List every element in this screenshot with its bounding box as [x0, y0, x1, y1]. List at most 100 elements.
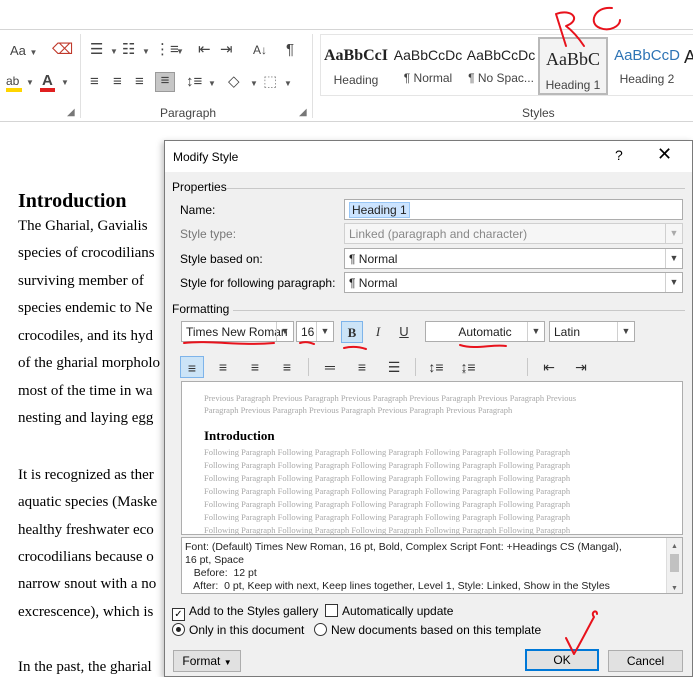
radio-unselected-icon[interactable] — [314, 623, 327, 636]
following-paragraph-select[interactable]: ¶ Normal ▼ — [344, 272, 683, 293]
justify-icon[interactable]: ≡ — [275, 356, 299, 378]
shading-icon[interactable]: ◇ — [228, 74, 240, 90]
based-on-select[interactable]: ¶ Normal ▼ — [344, 248, 683, 269]
dialog-titlebar[interactable]: Modify Style ? ✕ — [165, 141, 692, 172]
format-button[interactable]: Format ▼ — [173, 650, 241, 672]
style-title[interactable]: A — [683, 37, 693, 95]
doc-line[interactable]: most of the time in wa — [18, 383, 153, 400]
doc-line[interactable]: species of crocodilians — [18, 245, 155, 262]
font-dialog-launcher-icon[interactable]: ◢ — [67, 107, 75, 118]
doc-line[interactable]: The Gharial, Gavialis — [18, 218, 148, 235]
doc-line[interactable]: nesting and laying egg — [18, 410, 153, 427]
doc-line[interactable]: excrescence), which is — [18, 604, 153, 621]
checkbox-unchecked-icon[interactable] — [325, 604, 338, 617]
style-heading-1[interactable]: AaBbC Heading 1 — [538, 37, 608, 95]
chevron-down-icon[interactable]: ▼ — [316, 322, 333, 341]
style-no-spacing[interactable]: AaBbCcDc ¶ No Spac... — [466, 37, 536, 95]
preview-following-paragraph: Following Paragraph Following Paragraph … — [204, 473, 571, 483]
highlight-icon[interactable]: ab — [6, 73, 19, 89]
clear-formatting-icon[interactable]: ⌫ — [52, 42, 73, 58]
multilevel-dropdown-icon[interactable]: ▼ — [176, 47, 184, 56]
chevron-down-icon[interactable]: ▼ — [276, 322, 293, 341]
align-right-icon[interactable]: ≡ — [243, 356, 267, 378]
scroll-thumb[interactable] — [670, 554, 679, 572]
sort-az-icon[interactable]: A↓ — [253, 42, 267, 58]
font-select[interactable]: Times New Roman ▼ — [181, 321, 294, 342]
add-to-gallery-checkbox[interactable]: ✓ Add to the Styles gallery — [172, 604, 318, 621]
align-right-icon[interactable]: ≡ — [135, 74, 144, 90]
align-center-icon[interactable]: ≡ — [211, 356, 235, 378]
bullets-icon[interactable]: ☰ — [90, 42, 103, 58]
numbering-icon[interactable]: ☷ — [122, 42, 135, 58]
paragraph-group-label: Paragraph — [160, 106, 217, 120]
borders-icon[interactable]: ⬚ — [263, 74, 277, 90]
increase-spacing-icon[interactable]: ↕≡ — [424, 356, 448, 378]
cancel-button[interactable]: Cancel — [608, 650, 683, 672]
double-spacing-icon[interactable]: ☰ — [382, 356, 406, 378]
line-spacing-dropdown-icon[interactable]: ▼ — [208, 79, 216, 88]
only-this-document-radio[interactable]: Only in this document — [172, 623, 304, 637]
auto-update-checkbox[interactable]: Automatically update — [325, 604, 453, 618]
borders-dropdown-icon[interactable]: ▼ — [284, 79, 292, 88]
font-color-dropdown-icon[interactable]: ▼ — [61, 78, 69, 87]
doc-line[interactable]: species endemic to Ne — [18, 300, 153, 317]
chevron-down-icon[interactable]: ▼ — [665, 273, 682, 292]
increase-indent-icon[interactable]: ⇥ — [569, 356, 593, 378]
style-heading-2[interactable]: AaBbCcD Heading 2 — [612, 37, 682, 95]
modify-style-dialog: Modify Style ? ✕ Properties Name: Headin… — [164, 140, 693, 677]
decrease-spacing-icon[interactable]: ↨≡ — [456, 356, 480, 378]
align-left-icon[interactable]: ≡ — [180, 356, 204, 378]
description-scrollbar[interactable]: ▲ ▼ — [666, 538, 682, 593]
doc-line[interactable]: crocodiles, and its hyd — [18, 328, 153, 345]
radio-selected-icon[interactable] — [172, 623, 185, 636]
doc-heading[interactable]: Introduction — [18, 190, 127, 213]
align-center-icon[interactable]: ≡ — [113, 74, 122, 90]
font-color-select[interactable]: Automatic ▼ — [425, 321, 545, 342]
doc-line[interactable]: In the past, the gharial — [18, 659, 152, 676]
ok-button[interactable]: OK — [525, 649, 599, 671]
style-normal[interactable]: AaBbCcDc ¶ Normal — [393, 37, 463, 95]
italic-button[interactable]: I — [367, 321, 389, 343]
numbering-dropdown-icon[interactable]: ▼ — [142, 47, 150, 56]
decrease-indent-icon[interactable]: ⇤ — [198, 42, 211, 58]
chevron-down-icon[interactable]: ▼ — [665, 249, 682, 268]
font-color-icon[interactable]: A — [42, 73, 53, 89]
close-icon[interactable]: ✕ — [657, 144, 672, 165]
font-size-select[interactable]: 16 ▼ — [296, 321, 334, 342]
help-icon[interactable]: ? — [615, 147, 623, 163]
bullets-dropdown-icon[interactable]: ▼ — [110, 47, 118, 56]
scroll-up-icon[interactable]: ▲ — [671, 540, 678, 553]
paragraph-dialog-launcher-icon[interactable]: ◢ — [299, 107, 307, 118]
script-select[interactable]: Latin ▼ — [549, 321, 635, 342]
name-input[interactable]: Heading 1 — [344, 199, 683, 220]
scroll-down-icon[interactable]: ▼ — [671, 582, 678, 593]
style-description[interactable]: Font: (Default) Times New Roman, 16 pt, … — [181, 537, 683, 594]
increase-indent-icon[interactable]: ⇥ — [220, 42, 233, 58]
one-half-spacing-icon[interactable]: ≡ — [350, 356, 374, 378]
decrease-indent-icon[interactable]: ⇤ — [537, 356, 561, 378]
chevron-down-icon[interactable]: ▼ — [617, 322, 634, 341]
show-formatting-marks-icon[interactable]: ¶ — [286, 42, 294, 58]
font-size-value: 16 — [301, 325, 315, 339]
align-left-icon[interactable]: ≡ — [90, 74, 99, 90]
doc-line[interactable]: surviving member of — [18, 273, 144, 290]
doc-line[interactable]: crocodilians because o — [18, 549, 154, 566]
chevron-down-icon[interactable]: ▼ — [527, 322, 544, 341]
doc-line[interactable]: of the gharial morpholo — [18, 355, 160, 372]
single-spacing-icon[interactable]: ═ — [318, 356, 342, 378]
style-heading[interactable]: AaBbCcI Heading — [321, 37, 391, 95]
new-documents-radio[interactable]: New documents based on this template — [314, 623, 541, 637]
doc-line[interactable]: narrow snout with a no — [18, 576, 156, 593]
doc-line[interactable]: It is recognized as ther — [18, 467, 154, 484]
following-paragraph-value: ¶ Normal — [349, 276, 398, 290]
checkbox-checked-icon[interactable]: ✓ — [172, 608, 185, 621]
change-case-button[interactable]: Aa ▼ — [10, 43, 37, 58]
justify-icon[interactable]: ≡ — [155, 72, 175, 92]
shading-dropdown-icon[interactable]: ▼ — [250, 79, 258, 88]
underline-button[interactable]: U — [393, 321, 415, 343]
bold-button[interactable]: B — [341, 321, 363, 343]
line-spacing-icon[interactable]: ↕≡ — [186, 74, 202, 90]
doc-line[interactable]: aquatic species (Maske — [18, 494, 157, 511]
highlight-dropdown-icon[interactable]: ▼ — [26, 78, 34, 87]
doc-line[interactable]: healthy freshwater eco — [18, 522, 154, 539]
